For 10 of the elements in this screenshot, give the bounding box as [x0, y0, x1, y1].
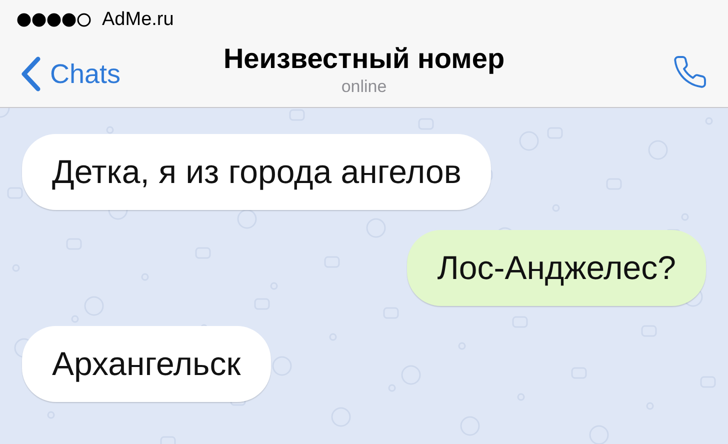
message-text: Лос-Анджелес? [437, 249, 676, 286]
message-text: Архангельск [52, 345, 241, 382]
chat-status: online [341, 76, 387, 98]
back-button[interactable]: Chats [20, 54, 121, 94]
carrier-name: AdMe.ru [102, 8, 174, 32]
chevron-left-icon [20, 56, 42, 92]
chat-title: Неизвестный номер [223, 42, 505, 76]
phone-icon[interactable] [672, 54, 708, 90]
message-text: Детка, я из города ангелов [52, 153, 462, 190]
signal-icon [16, 12, 92, 28]
